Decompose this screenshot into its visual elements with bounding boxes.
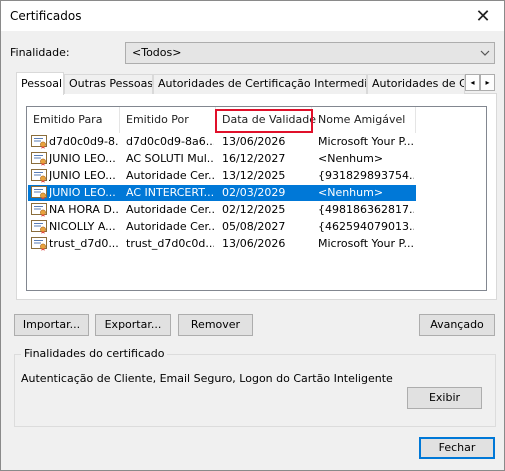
finalidade-combo[interactable]: <Todos> bbox=[125, 42, 495, 64]
cell-nome-amigavel: Microsoft Your P... bbox=[318, 237, 414, 250]
tab-scroll-right-icon[interactable]: ▸ bbox=[480, 74, 495, 91]
cell-data-validade: 13/06/2026 bbox=[222, 237, 286, 250]
table-row[interactable]: JUNIO LEO... AC INTERCERT... 02/03/2029 <Ne… bbox=[28, 185, 416, 201]
cell-data-validade: 05/08/2027 bbox=[222, 220, 286, 233]
certificate-icon bbox=[31, 203, 47, 217]
finalidade-label: Finalidade: bbox=[10, 46, 70, 59]
cell-nome-amigavel: <Nenhum> bbox=[318, 186, 384, 199]
import-button[interactable]: Importar... bbox=[14, 314, 89, 336]
cell-emitido-por: Autoridade Cer... bbox=[126, 169, 214, 182]
cell-nome-amigavel: Microsoft Your P... bbox=[318, 135, 414, 148]
certificate-icon bbox=[31, 220, 47, 234]
export-button[interactable]: Exportar... bbox=[95, 314, 171, 336]
title-bar[interactable]: Certificados ✕ bbox=[1, 1, 504, 31]
cell-emitido-por: trust_d7d0c0d... bbox=[126, 237, 214, 250]
cell-emitido-para: trust_d7d0... bbox=[49, 237, 119, 250]
cell-nome-amigavel: {931829893754... bbox=[318, 169, 414, 182]
list-header: Emitido Para Emitido Por Data de Validad… bbox=[27, 107, 486, 133]
cell-emitido-para: NICOLLY A... bbox=[49, 220, 116, 233]
cell-emitido-para: JUNIO LEO... bbox=[49, 152, 116, 165]
purposes-title: Finalidades do certificado bbox=[21, 347, 168, 360]
table-row[interactable]: NICOLLY A... Autoridade Cer... 05/08/2027 {… bbox=[28, 219, 416, 235]
cell-nome-amigavel: <Nenhum> bbox=[318, 152, 384, 165]
cell-emitido-por: d7d0c0d9-8a6... bbox=[126, 135, 214, 148]
tab-scroll-left-icon[interactable]: ◂ bbox=[465, 74, 480, 91]
column-nome-amigavel[interactable]: Nome Amigável bbox=[312, 107, 416, 133]
certificates-dialog: Certificados ✕ Finalidade: <Todos> Pesso… bbox=[0, 0, 505, 471]
close-button[interactable]: Fechar bbox=[419, 437, 495, 459]
certificate-icon bbox=[31, 186, 47, 200]
tab-strip: Pessoal Outras Pessoas Autoridades de Ce… bbox=[16, 72, 496, 95]
cell-data-validade: 13/06/2026 bbox=[222, 135, 286, 148]
cell-emitido-por: Autoridade Cer... bbox=[126, 203, 214, 216]
cell-nome-amigavel: {462594079013... bbox=[318, 220, 414, 233]
remove-button[interactable]: Remover bbox=[178, 314, 253, 336]
tab-autoridades-certificacao-raiz[interactable]: Autoridades de Ce bbox=[367, 74, 465, 94]
certificate-icon bbox=[31, 152, 47, 166]
cell-data-validade: 16/12/2027 bbox=[222, 152, 286, 165]
table-row[interactable]: NA HORA D... Autoridade Cer... 02/12/2025 {… bbox=[28, 202, 416, 218]
cell-nome-amigavel: {498186362817... bbox=[318, 203, 414, 216]
cell-emitido-por: Autoridade Cer... bbox=[126, 220, 214, 233]
cell-data-validade: 13/12/2025 bbox=[222, 169, 286, 182]
tab-pessoal[interactable]: Pessoal bbox=[16, 72, 64, 95]
advanced-button[interactable]: Avançado bbox=[419, 314, 495, 336]
column-emitido-para[interactable]: Emitido Para bbox=[27, 107, 120, 133]
table-row[interactable]: d7d0c0d9-8... d7d0c0d9-8a6... 13/06/2026 Mi… bbox=[28, 134, 416, 150]
cell-emitido-para: d7d0c0d9-8... bbox=[49, 135, 119, 148]
certificate-icon bbox=[31, 237, 47, 251]
cell-emitido-para: JUNIO LEO... bbox=[49, 169, 116, 182]
finalidade-value: <Todos> bbox=[132, 46, 182, 59]
cell-emitido-para: JUNIO LEO... bbox=[49, 186, 116, 199]
cell-emitido-por: AC SOLUTI Mul... bbox=[126, 152, 214, 165]
column-emitido-por[interactable]: Emitido Por bbox=[120, 107, 216, 133]
chevron-down-icon bbox=[480, 43, 490, 63]
tab-outras-pessoas[interactable]: Outras Pessoas bbox=[64, 74, 153, 94]
column-data-validade[interactable]: Data de Validade bbox=[216, 107, 316, 133]
certificate-list[interactable]: Emitido Para Emitido Por Data de Validad… bbox=[26, 106, 487, 291]
view-button[interactable]: Exibir bbox=[407, 387, 482, 409]
table-row[interactable]: JUNIO LEO... AC SOLUTI Mul... 16/12/2027 <N… bbox=[28, 151, 416, 167]
table-row[interactable]: trust_d7d0... trust_d7d0c0d... 13/06/2026 M… bbox=[28, 236, 416, 252]
cell-data-validade: 02/03/2029 bbox=[222, 186, 286, 199]
table-row[interactable]: JUNIO LEO... Autoridade Cer... 13/12/2025 {… bbox=[28, 168, 416, 184]
close-icon[interactable]: ✕ bbox=[462, 1, 504, 31]
tab-autoridades-intermediarias[interactable]: Autoridades de Certificação Intermediári… bbox=[153, 74, 367, 94]
cell-emitido-por: AC INTERCERT... bbox=[126, 186, 214, 199]
purposes-text: Autenticação de Cliente, Email Seguro, L… bbox=[21, 372, 393, 385]
cell-data-validade: 02/12/2025 bbox=[222, 203, 286, 216]
certificate-icon bbox=[31, 169, 47, 183]
cell-emitido-para: NA HORA D... bbox=[49, 203, 119, 216]
certificate-icon bbox=[31, 135, 47, 149]
window-title: Certificados bbox=[10, 9, 82, 23]
